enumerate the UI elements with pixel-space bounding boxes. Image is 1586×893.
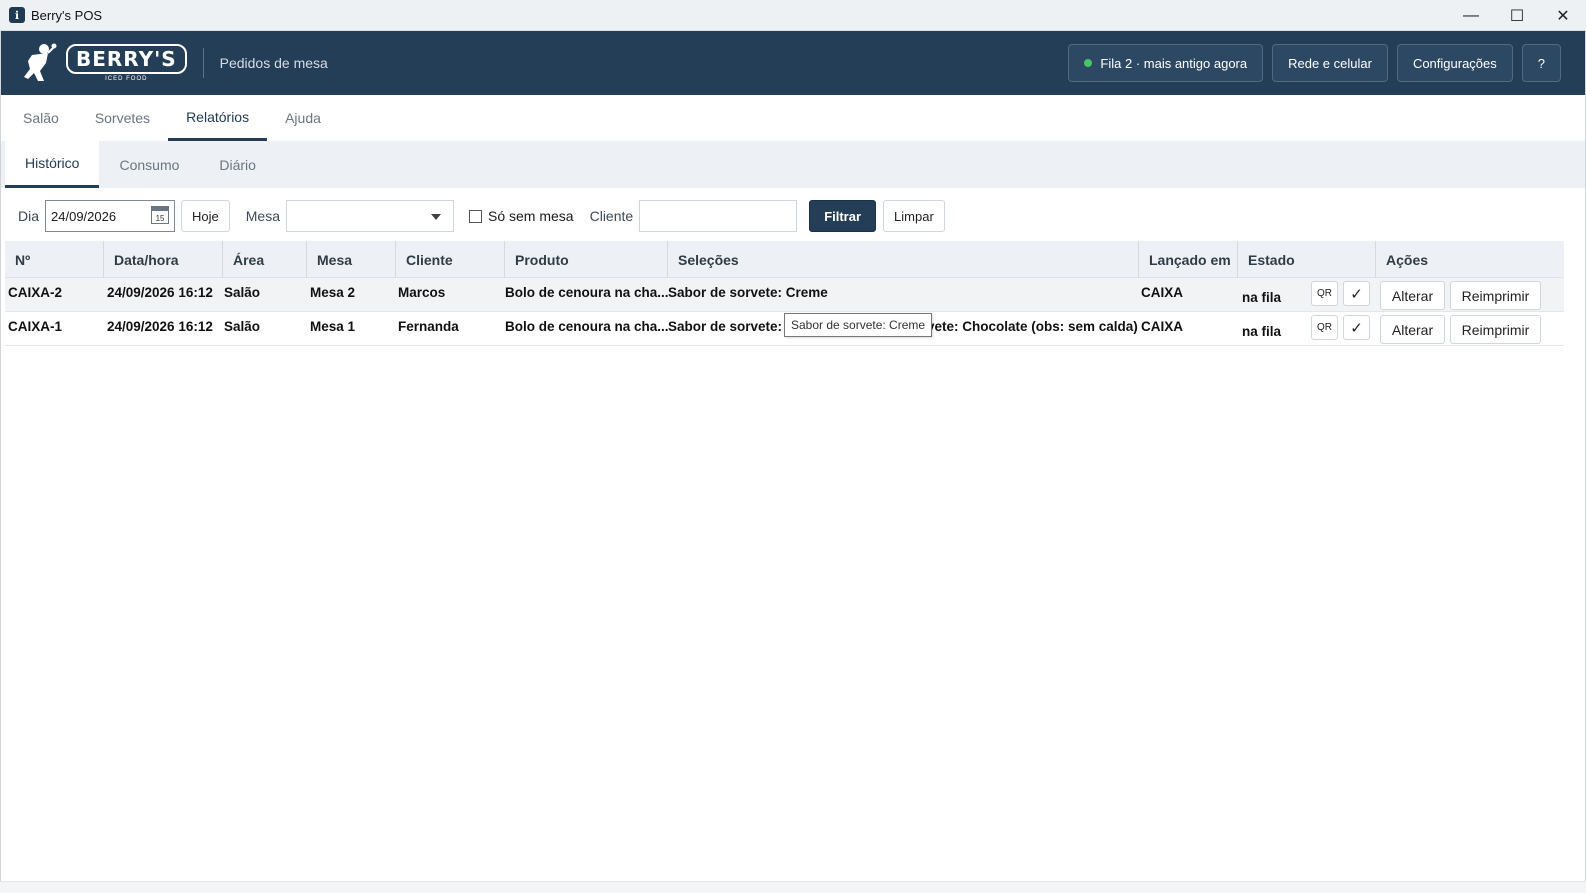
window-titlebar: ℹ Berry's POS — ☐ ✕ bbox=[0, 0, 1586, 31]
col-area: Área bbox=[222, 241, 306, 278]
reprint-button[interactable]: Reimprimir bbox=[1450, 315, 1541, 344]
table-select[interactable] bbox=[286, 200, 454, 232]
status-dot-icon bbox=[1084, 59, 1093, 67]
no-table-filter: Só sem mesa bbox=[469, 208, 580, 224]
subtab-historico[interactable]: Histórico bbox=[5, 141, 100, 188]
col-datetime: Data/hora bbox=[103, 241, 222, 278]
client-input[interactable] bbox=[639, 200, 798, 232]
cell-product: Bolo de cenoura na cha... bbox=[505, 318, 669, 334]
filter-bar: Dia 24/09/2026 15 Hoje Mesa Só sem mesa … bbox=[0, 198, 1586, 234]
chevron-down-icon bbox=[431, 214, 441, 220]
window-controls: — ☐ ✕ bbox=[1448, 0, 1586, 31]
cell-launched: CAIXA bbox=[1141, 318, 1184, 334]
cell-selections-start: Sabor de sorvete: bbox=[668, 318, 783, 334]
help-button[interactable]: ? bbox=[1521, 44, 1561, 82]
selections-tooltip: Sabor de sorvete: Creme bbox=[784, 313, 933, 337]
tab-relatorios[interactable]: Relatórios bbox=[168, 95, 268, 141]
confirm-check-button[interactable]: ✓ bbox=[1343, 281, 1370, 306]
filter-button[interactable]: Filtrar bbox=[809, 200, 877, 232]
cell-num: CAIXA-1 bbox=[8, 318, 63, 334]
brand-logo: BERRY'S ICED FOOD bbox=[18, 41, 187, 85]
close-icon[interactable]: ✕ bbox=[1540, 0, 1586, 31]
confirm-check-button[interactable]: ✓ bbox=[1343, 315, 1370, 340]
cell-area: Salão bbox=[224, 318, 261, 334]
cell-product: Bolo de cenoura na cha... bbox=[505, 284, 669, 300]
edit-button[interactable]: Alterar bbox=[1380, 315, 1445, 344]
cell-table: Mesa 2 bbox=[310, 284, 356, 300]
cell-table: Mesa 1 bbox=[310, 318, 356, 334]
table-row[interactable]: CAIXA-2 24/09/2026 16:12 Salão Mesa 2 Ma… bbox=[5, 278, 1564, 312]
cell-selections: Sabor de sorvete: Creme bbox=[668, 284, 828, 300]
cell-client: Fernanda bbox=[398, 318, 459, 334]
qr-button[interactable]: QR bbox=[1311, 281, 1338, 306]
sub-tabs: Histórico Consumo Diário bbox=[0, 141, 1586, 188]
table-header: Nº Data/hora Área Mesa Cliente Produto S… bbox=[5, 241, 1564, 278]
col-product: Produto bbox=[504, 241, 667, 278]
brand-tagline: ICED FOOD bbox=[105, 76, 148, 82]
cell-datetime: 24/09/2026 16:12 bbox=[107, 318, 213, 334]
col-launched: Lançado em bbox=[1138, 241, 1237, 278]
tab-sorvetes[interactable]: Sorvetes bbox=[77, 95, 168, 141]
cell-selections-end: vete: Chocolate (obs: sem calda) bbox=[927, 318, 1138, 334]
table-label: Mesa bbox=[245, 208, 280, 224]
maximize-icon[interactable]: ☐ bbox=[1494, 0, 1540, 31]
window-title: Berry's POS bbox=[31, 7, 103, 23]
day-label: Dia bbox=[18, 208, 40, 224]
cell-client: Marcos bbox=[398, 284, 446, 300]
qr-button[interactable]: QR bbox=[1311, 315, 1338, 340]
tab-salao[interactable]: Salão bbox=[5, 95, 77, 141]
calendar-day: 15 bbox=[155, 214, 165, 223]
app-header: BERRY'S ICED FOOD Pedidos de mesa Fila 2… bbox=[0, 31, 1586, 95]
col-client: Cliente bbox=[395, 241, 504, 278]
network-button[interactable]: Rede e celular bbox=[1272, 44, 1388, 82]
client-label: Cliente bbox=[589, 208, 634, 224]
edit-button[interactable]: Alterar bbox=[1380, 281, 1445, 310]
col-selections: Seleções bbox=[667, 241, 1138, 278]
cell-state: na fila bbox=[1242, 289, 1282, 305]
settings-button[interactable]: Configurações bbox=[1396, 44, 1513, 82]
col-actions: Ações bbox=[1375, 241, 1564, 278]
reprint-button[interactable]: Reimprimir bbox=[1450, 281, 1541, 310]
col-table: Mesa bbox=[306, 241, 395, 278]
no-table-checkbox[interactable] bbox=[469, 209, 482, 223]
tab-ajuda[interactable]: Ajuda bbox=[267, 95, 339, 141]
header-actions: Fila 2 · mais antigo agora Rede e celula… bbox=[1068, 44, 1561, 82]
mascot-icon bbox=[24, 43, 57, 81]
cell-launched: CAIXA bbox=[1141, 284, 1184, 300]
day-date-input[interactable]: 24/09/2026 15 bbox=[45, 200, 176, 232]
today-button[interactable]: Hoje bbox=[181, 200, 230, 232]
brand-wordmark: BERRY'S bbox=[66, 44, 187, 74]
main-tabs: Salão Sorvetes Relatórios Ajuda bbox=[0, 95, 1586, 141]
no-table-label: Só sem mesa bbox=[488, 208, 574, 224]
subtab-diario[interactable]: Diário bbox=[199, 141, 276, 188]
cell-num: CAIXA-2 bbox=[8, 284, 63, 300]
clear-button[interactable]: Limpar bbox=[883, 200, 945, 232]
col-state: Estado bbox=[1237, 241, 1375, 278]
cell-area: Salão bbox=[224, 284, 261, 300]
bottom-edge bbox=[0, 881, 1586, 893]
cell-datetime: 24/09/2026 16:12 bbox=[107, 284, 213, 300]
cell-state: na fila bbox=[1242, 323, 1282, 339]
day-value: 24/09/2026 bbox=[51, 208, 117, 224]
subtab-consumo[interactable]: Consumo bbox=[99, 141, 199, 188]
header-subtitle: Pedidos de mesa bbox=[219, 55, 328, 71]
header-divider bbox=[202, 48, 204, 78]
minimize-icon[interactable]: — bbox=[1448, 0, 1494, 31]
col-num: Nº bbox=[15, 251, 31, 268]
calendar-icon[interactable]: 15 bbox=[151, 206, 170, 224]
queue-status-label: Fila 2 · mais antigo agora bbox=[1100, 55, 1248, 71]
app-icon: ℹ bbox=[9, 7, 25, 23]
queue-status-button[interactable]: Fila 2 · mais antigo agora bbox=[1068, 44, 1264, 82]
brand-badge: BERRY'S ICED FOOD bbox=[66, 44, 187, 82]
